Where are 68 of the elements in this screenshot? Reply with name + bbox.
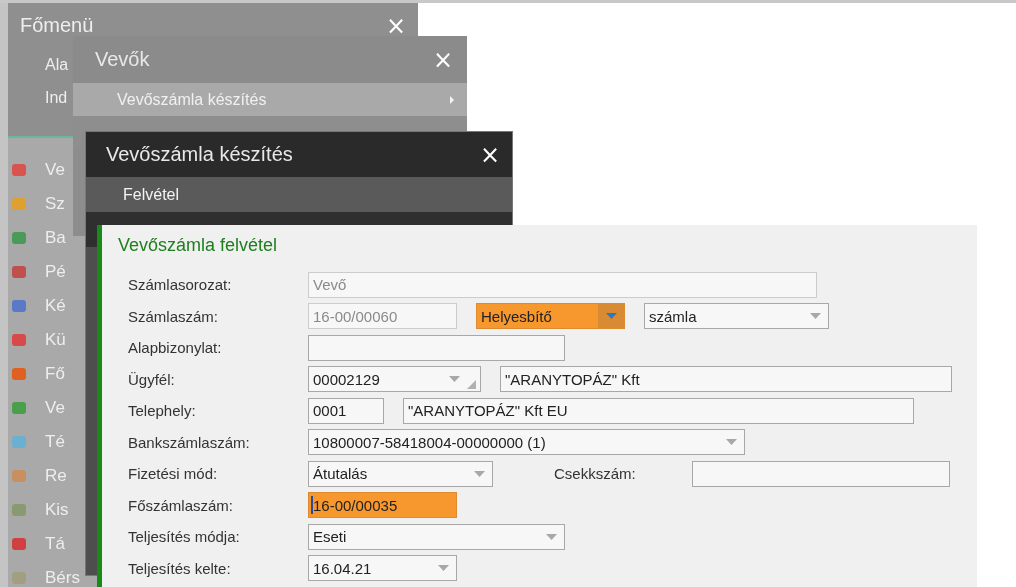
module-icon[interactable]: [10, 399, 28, 417]
module-icon[interactable]: [10, 229, 28, 247]
field-label: Számlaszám:: [127, 307, 220, 325]
close-button[interactable]: ×: [475, 142, 504, 167]
input-field[interactable]: [692, 460, 950, 487]
module-icon[interactable]: [10, 433, 28, 451]
module-icon[interactable]: [10, 297, 28, 315]
field-label: Ügyfél:: [127, 370, 176, 388]
dropdown-arrow-icon: [545, 533, 557, 540]
submenu-arrow-icon: [449, 95, 455, 104]
module-icon[interactable]: [10, 161, 28, 179]
dropdown-arrow-icon: [448, 376, 460, 383]
dropdown[interactable]: számla: [644, 303, 829, 330]
field-label: Telephely:: [127, 402, 197, 420]
input-field[interactable]: 0001: [308, 397, 384, 424]
dropdown[interactable]: 00002129: [308, 366, 481, 393]
module-icon[interactable]: [10, 365, 28, 383]
menu-item[interactable]: Felvétel: [86, 177, 512, 212]
module-item[interactable]: Ba: [45, 228, 66, 248]
module-icon[interactable]: [10, 263, 28, 281]
module-item[interactable]: Bérs: [45, 568, 80, 587]
field-label: Fizetési mód:: [127, 465, 219, 483]
input-field[interactable]: [308, 334, 565, 361]
module-item[interactable]: Kü: [45, 330, 66, 350]
field-label: Főszámlaszám:: [127, 496, 235, 514]
module-icon[interactable]: [10, 569, 28, 587]
module-item[interactable]: Ve: [45, 398, 65, 418]
dropdown-arrow-icon: [725, 439, 737, 446]
module-item[interactable]: Ké: [45, 296, 66, 316]
dropdown-arrow-icon: [437, 565, 449, 572]
dropdown[interactable]: 16.04.21: [308, 555, 457, 582]
input-field[interactable]: "ARANYTOPÁZ" Kft EU: [403, 397, 914, 424]
module-icon[interactable]: [10, 467, 28, 485]
module-item[interactable]: Kis: [45, 500, 69, 520]
window-title: Vevőszámla készítés: [106, 143, 293, 166]
module-item[interactable]: Té: [45, 432, 65, 452]
resize-grip-icon: [467, 379, 476, 389]
module-item[interactable]: Re: [45, 466, 67, 486]
window-title: Főmenü: [20, 14, 94, 37]
dropdown[interactable]: 10800007-58418004-00000000 (1): [308, 429, 745, 456]
dropdown-arrow-icon: [473, 470, 485, 477]
dropdown[interactable]: Eseti: [308, 523, 565, 550]
dropdown[interactable]: Helyesbítő: [476, 303, 625, 330]
module-icon[interactable]: [10, 501, 28, 519]
form-title: Vevőszámla felvétel: [118, 235, 278, 255]
module-icon[interactable]: [10, 331, 28, 349]
module-item[interactable]: Ve: [45, 160, 65, 180]
module-icon[interactable]: [10, 195, 28, 213]
field-label: Számlasorozat:: [127, 276, 233, 294]
module-item[interactable]: Pé: [45, 262, 66, 282]
field-label: Teljesítés kelte:: [127, 559, 232, 577]
close-button[interactable]: ×: [381, 13, 410, 38]
close-button[interactable]: ×: [428, 47, 457, 72]
dropdown[interactable]: Átutalás: [308, 460, 493, 487]
input-field[interactable]: 16-00/00035: [308, 492, 457, 519]
menu-item[interactable]: Vevőszámla készítés: [73, 83, 467, 116]
window-title: Vevők: [95, 48, 150, 71]
input-field[interactable]: "ARANYTOPÁZ" Kft: [500, 366, 952, 393]
module-icon[interactable]: [10, 535, 28, 553]
field-label: Alapbizonylat:: [127, 339, 223, 357]
field-label: Bankszámlaszám:: [127, 433, 251, 451]
module-item[interactable]: Sz: [45, 194, 65, 214]
field-label: Csekkszám:: [554, 465, 637, 483]
module-item[interactable]: Fő: [45, 364, 65, 384]
dropdown-arrow-icon: [809, 313, 821, 320]
dropdown-arrow-icon: [605, 313, 617, 320]
field-label: Teljesítés módja:: [127, 528, 241, 546]
module-item[interactable]: Tá: [45, 534, 65, 554]
